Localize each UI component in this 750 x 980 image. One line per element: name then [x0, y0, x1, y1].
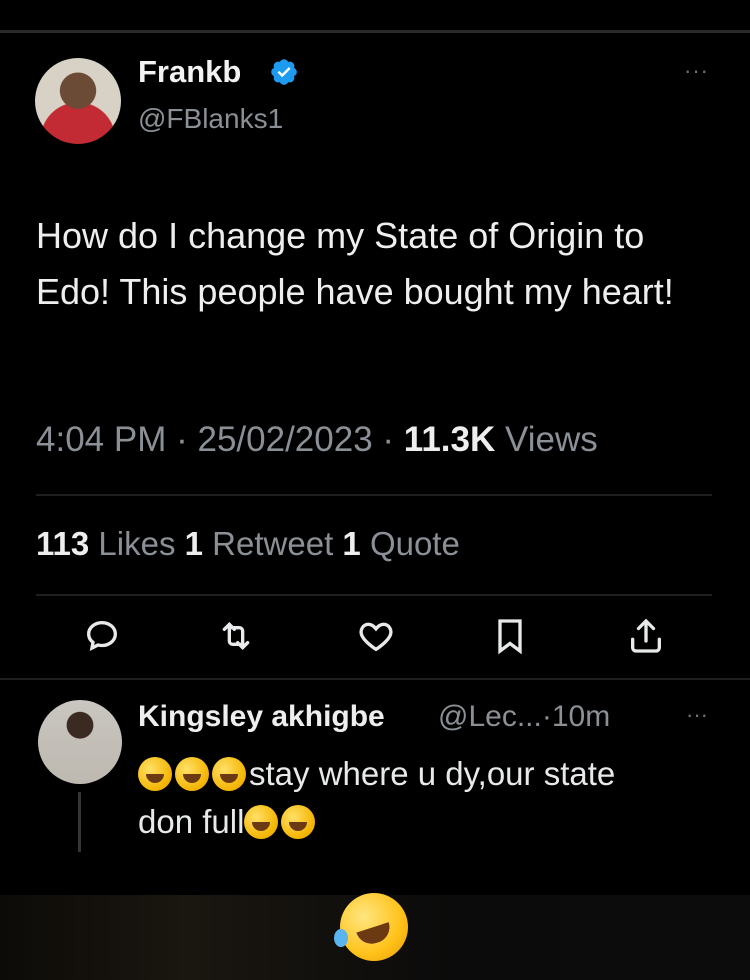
author-avatar[interactable]	[35, 58, 121, 144]
more-options-icon[interactable]: ···	[686, 702, 708, 728]
divider	[36, 494, 712, 496]
retweet-icon[interactable]	[216, 616, 256, 656]
divider	[36, 594, 712, 596]
top-divider	[0, 30, 750, 33]
verified-badge-icon	[271, 59, 297, 85]
laughing-emoji-icon	[175, 757, 209, 791]
laughing-emoji-icon	[212, 757, 246, 791]
retweets-stat[interactable]: 1 Retweet	[185, 525, 334, 562]
laughing-emoji-icon	[334, 893, 408, 961]
reply-text: stay where u dy,our state don full	[138, 750, 718, 846]
author-handle[interactable]: @FBlanks1	[138, 103, 283, 135]
likes-label: Likes	[98, 525, 176, 562]
likes-stat[interactable]: 113 Likes	[36, 525, 175, 562]
views-label: Views	[504, 420, 598, 459]
views-count: 11.3K	[403, 420, 496, 459]
tweet-meta: 4:04 PM · 25/02/2023 · 11.3K Views	[36, 420, 598, 460]
reply-text-line2: don full	[138, 803, 245, 840]
retweets-count: 1	[184, 525, 203, 562]
share-icon[interactable]	[626, 616, 666, 656]
meta-separator: ·	[382, 420, 395, 459]
reply-avatar[interactable]	[38, 700, 122, 784]
action-bar	[70, 616, 680, 666]
divider	[0, 678, 750, 680]
quotes-label: Quote	[369, 525, 460, 562]
meta-separator: ·	[176, 420, 188, 459]
like-icon[interactable]	[356, 616, 396, 656]
laughing-emoji-icon	[281, 805, 316, 839]
reply-handle-time[interactable]: @Lec...·10m	[438, 700, 610, 734]
reply-author-name[interactable]: Kingsley akhigbe	[138, 700, 385, 734]
tweet-text: How do I change my State of Origin to Ed…	[36, 215, 674, 312]
likes-count: 113	[36, 525, 90, 562]
laughing-emoji-icon	[138, 757, 172, 791]
reply-icon[interactable]	[82, 616, 122, 656]
retweets-label: Retweet	[212, 525, 334, 562]
tweet-stats: 113 Likes 1 Retweet 1 Quote	[36, 525, 460, 563]
thread-line	[78, 792, 81, 852]
tweet-date[interactable]: 25/02/2023	[197, 420, 372, 459]
bookmark-icon[interactable]	[490, 616, 530, 656]
laughing-emoji-icon	[244, 805, 279, 839]
author-name[interactable]: Frankb	[138, 54, 241, 90]
quotes-count: 1	[342, 525, 361, 562]
tweet-time[interactable]: 4:04 PM	[36, 420, 166, 459]
more-options-icon[interactable]: ···	[684, 58, 709, 84]
quotes-stat[interactable]: 1 Quote	[342, 525, 459, 562]
reply-text-line1: stay where u dy,our state	[249, 755, 616, 792]
